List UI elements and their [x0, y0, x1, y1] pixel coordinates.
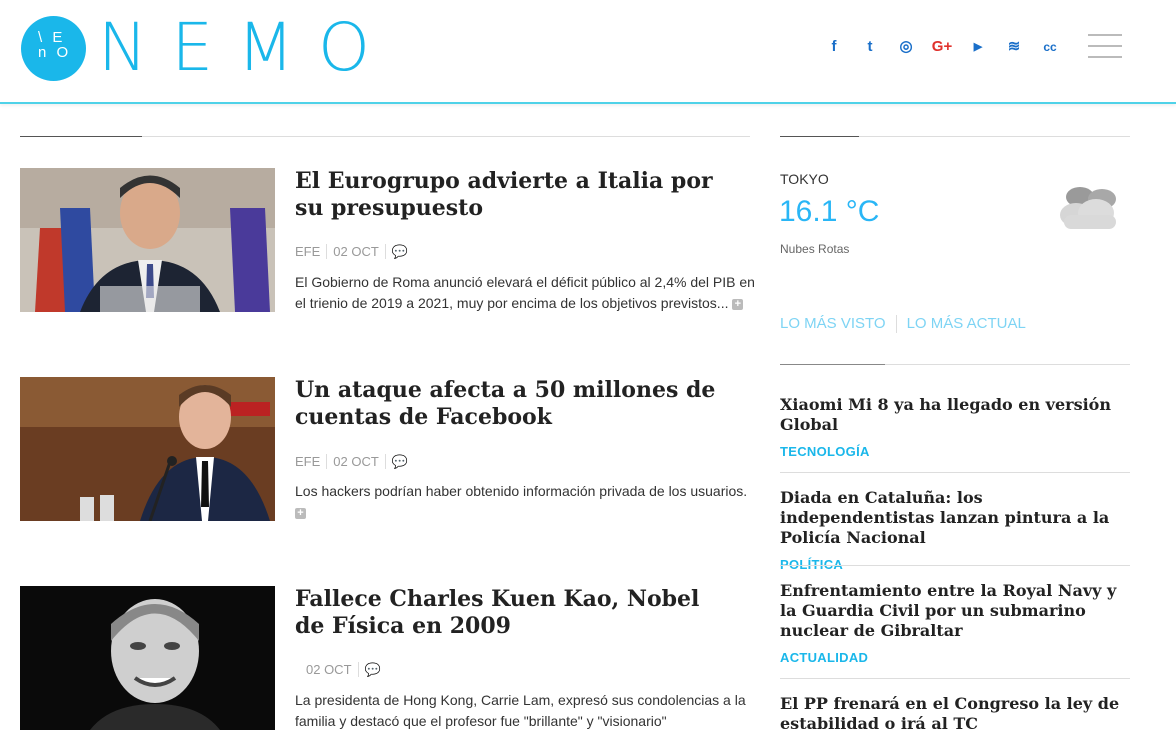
comment-icon[interactable]: 💬	[386, 244, 414, 260]
article-date: 02 OCT	[327, 454, 386, 469]
sidebar-list-item[interactable]: Xiaomi Mi 8 ya ha llegado en versión Glo…	[780, 395, 1130, 459]
logo-wordmark[interactable]: NEMO	[98, 9, 394, 87]
article-card[interactable]: El Eurogrupo advierte a Italia por su pr…	[20, 168, 755, 338]
article-card[interactable]: Fallece Charles Kuen Kao, Nobel de Físic…	[20, 586, 750, 737]
article-title[interactable]: El Eurogrupo advierte a Italia por su pr…	[295, 168, 735, 222]
youtube-icon[interactable]: ▶	[967, 36, 989, 58]
instagram-icon[interactable]: ◎	[895, 36, 917, 58]
twitter-icon[interactable]: t	[859, 36, 881, 58]
main-section-rule	[20, 136, 750, 137]
article-title[interactable]: Un ataque afecta a 50 millones de cuenta…	[295, 377, 735, 431]
weather-description: Nubes Rotas	[780, 242, 850, 256]
divider	[780, 678, 1130, 679]
logo-mark-text: \ E n O	[38, 29, 72, 61]
google-plus-icon[interactable]: G+	[931, 36, 953, 58]
site-header: \ E n O NEMO f t ◎ G+ ▶ ≋ cc	[0, 0, 1176, 104]
article-excerpt-text: La presidenta de Hong Kong, Carrie Lam, …	[295, 692, 746, 729]
tab-most-recent[interactable]: LO MÁS ACTUAL	[907, 315, 1026, 332]
sidebar-item-title[interactable]: Diada en Cataluña: los independentistas …	[780, 488, 1130, 548]
hamburger-menu-icon[interactable]	[1088, 34, 1122, 60]
article-excerpt-text: Los hackers podrían haber obtenido infor…	[295, 483, 748, 499]
article-source: EFE	[295, 244, 328, 259]
divider	[780, 472, 1130, 473]
weather-temperature: 16.1 °C	[779, 195, 880, 228]
article-card[interactable]: Un ataque afecta a 50 millones de cuenta…	[20, 377, 750, 547]
creative-commons-icon[interactable]: cc	[1039, 36, 1061, 58]
comment-icon[interactable]: 💬	[386, 454, 414, 470]
article-thumbnail[interactable]	[20, 168, 275, 312]
article-meta: EFE 02 OCT 💬	[295, 244, 414, 260]
sidebar-item-title[interactable]: Xiaomi Mi 8 ya ha llegado en versión Glo…	[780, 395, 1130, 435]
article-date: 02 OCT	[300, 662, 359, 677]
article-meta: 02 OCT 💬	[295, 662, 387, 678]
tab-most-viewed[interactable]: LO MÁS VISTO	[780, 315, 886, 332]
logo-mark[interactable]: \ E n O	[21, 16, 86, 81]
sidebar-item-title[interactable]: El PP frenará en el Congreso la ley de e…	[780, 694, 1130, 734]
article-date: 02 OCT	[327, 244, 386, 259]
article-source: EFE	[295, 454, 328, 469]
sidebar-section-rule	[780, 136, 1130, 137]
weather-city: TOKYO	[780, 171, 829, 187]
read-more-icon[interactable]: +	[732, 298, 744, 310]
tabs-rule	[780, 364, 1130, 365]
read-more-icon[interactable]: +	[295, 507, 306, 519]
article-meta: EFE 02 OCT 💬	[295, 454, 414, 470]
article-excerpt: La presidenta de Hong Kong, Carrie Lam, …	[295, 690, 755, 732]
popular-tabs: LO MÁS VISTO LO MÁS ACTUAL	[780, 315, 1026, 334]
sidebar-list-item[interactable]: Enfrentamiento entre la Royal Navy y la …	[780, 581, 1130, 665]
divider	[780, 565, 1130, 566]
article-thumbnail[interactable]	[20, 586, 275, 730]
cloud-icon	[1060, 187, 1116, 229]
sidebar-list-item[interactable]: El PP frenará en el Congreso la ley de e…	[780, 694, 1130, 734]
facebook-icon[interactable]: f	[823, 36, 845, 58]
article-excerpt: El Gobierno de Roma anunció elevará el d…	[295, 272, 755, 314]
sidebar-item-category[interactable]: ACTUALIDAD	[780, 650, 1130, 665]
sidebar-item-title[interactable]: Enfrentamiento entre la Royal Navy y la …	[780, 581, 1130, 641]
rss-icon[interactable]: ≋	[1003, 36, 1025, 58]
article-thumbnail[interactable]	[20, 377, 275, 521]
sidebar-item-category[interactable]: TECNOLOGÍA	[780, 444, 1130, 459]
article-excerpt: Los hackers podrían haber obtenido infor…	[295, 481, 755, 523]
sidebar-list-item[interactable]: Diada en Cataluña: los independentistas …	[780, 488, 1130, 572]
comment-icon[interactable]: 💬	[359, 662, 387, 678]
article-excerpt-text: El Gobierno de Roma anunció elevará el d…	[295, 274, 755, 311]
article-title[interactable]: Fallece Charles Kuen Kao, Nobel de Físic…	[295, 586, 735, 640]
